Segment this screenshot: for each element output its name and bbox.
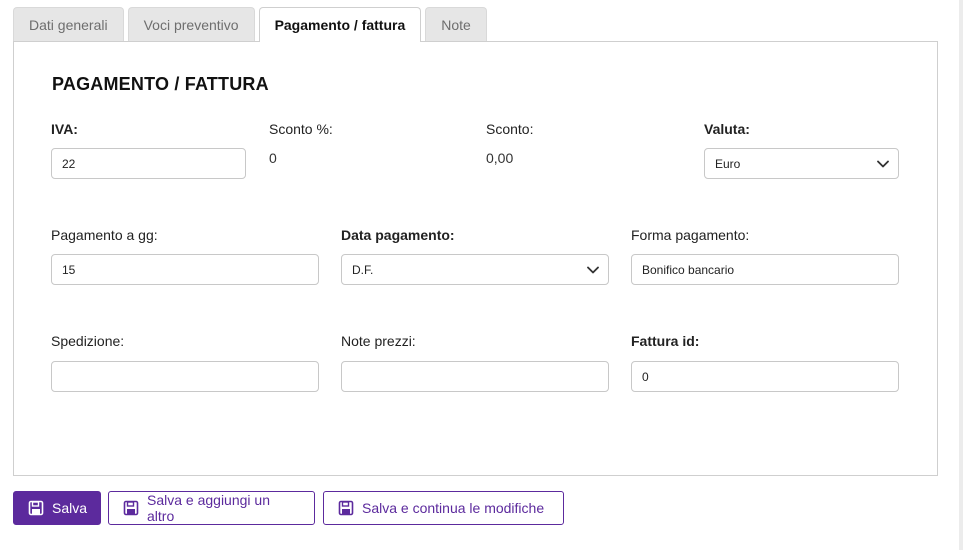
floppy-disk-icon [123, 500, 139, 516]
tab-pagamento-fattura[interactable]: Pagamento / fattura [258, 7, 422, 42]
tab-note[interactable]: Note [425, 7, 487, 42]
valuta-label: Valuta: [704, 121, 750, 137]
chevron-down-icon [586, 263, 600, 277]
data-pagamento-selected-value: D.F. [352, 262, 374, 277]
page-scrollbar[interactable] [959, 0, 963, 550]
valuta-select[interactable]: Euro [704, 148, 899, 179]
tab-panel: PAGAMENTO / FATTURA IVA: 22 Sconto %: 0 … [13, 41, 938, 476]
pagamento-gg-label: Pagamento a gg: [51, 227, 158, 243]
data-pagamento-select[interactable]: D.F. [341, 254, 609, 285]
chevron-down-icon [876, 157, 890, 171]
note-prezzi-input[interactable] [341, 361, 609, 392]
spedizione-label: Spedizione: [51, 333, 125, 349]
tab-voci-preventivo[interactable]: Voci preventivo [127, 7, 255, 42]
save-button-label: Salva [52, 500, 88, 516]
sconto-percent-label: Sconto %: [269, 121, 333, 137]
tab-bar: Dati generali Voci preventivo Pagamento … [13, 7, 487, 42]
pagamento-gg-input[interactable]: 15 [51, 254, 319, 285]
forma-pagamento-input[interactable]: Bonifico bancario [631, 254, 899, 285]
section-title: PAGAMENTO / FATTURA [52, 74, 269, 94]
sconto-percent-value: 0 [269, 150, 277, 166]
tab-dati-generali[interactable]: Dati generali [13, 7, 124, 42]
data-pagamento-label: Data pagamento: [341, 227, 455, 243]
floppy-disk-icon [338, 500, 354, 516]
valuta-selected-value: Euro [715, 156, 741, 171]
sconto-value: 0,00 [486, 150, 514, 166]
iva-label: IVA: [51, 121, 78, 137]
floppy-disk-icon [28, 500, 44, 516]
note-prezzi-label: Note prezzi: [341, 333, 416, 349]
forma-pagamento-label: Forma pagamento: [631, 227, 750, 243]
sconto-label: Sconto: [486, 121, 534, 137]
fattura-id-input[interactable]: 0 [631, 361, 899, 392]
save-and-continue-button[interactable]: Salva e continua le modifiche [323, 491, 564, 525]
save-and-add-label: Salva e aggiungi un altro [147, 492, 270, 524]
spedizione-input[interactable] [51, 361, 319, 392]
save-and-add-button[interactable]: Salva e aggiungi un altro [108, 491, 315, 525]
save-and-continue-label: Salva e continua le modifiche [362, 500, 545, 516]
fattura-id-label: Fattura id: [631, 333, 700, 349]
iva-input[interactable]: 22 [51, 148, 246, 179]
save-button[interactable]: Salva [13, 491, 101, 525]
